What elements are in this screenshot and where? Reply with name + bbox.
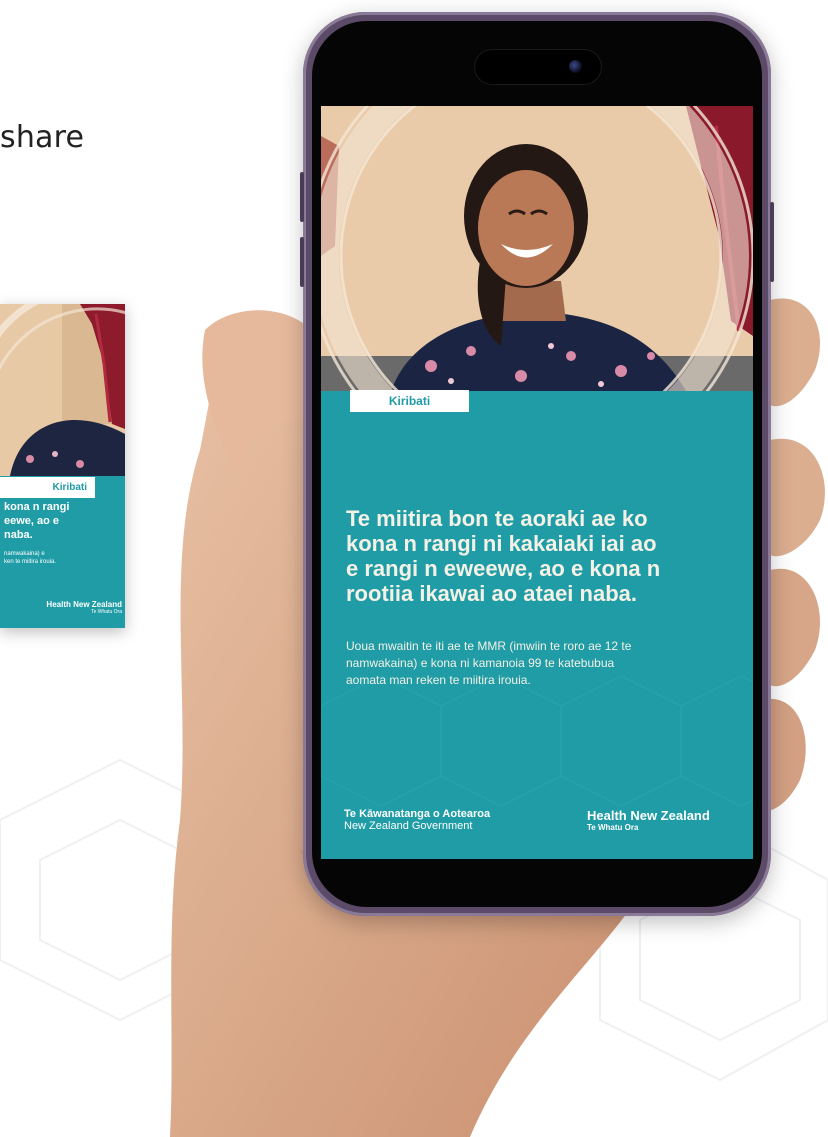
nz-government-subtitle: New Zealand Government (344, 820, 473, 832)
poster-body: Uoua mwaitin te iti ae te MMR (imwiin te… (346, 639, 632, 687)
phone-screen-bezel: Kiribati Te miitira bon te aoraki ae ko … (312, 21, 762, 907)
power-button (770, 202, 774, 282)
nz-government-title: Te Kāwanatanga o Aotearoa (344, 808, 491, 820)
health-nz-title: Health New Zealand (587, 808, 710, 823)
poster-photo (321, 106, 753, 391)
poster-headline: Te miitira bon te aoraki ae ko kona n ra… (346, 506, 661, 606)
health-nz-logo: Health New Zealand Te Whatu Ora (587, 808, 710, 832)
nz-government-logo: Te Kāwanatanga o Aotearoa New Zealand Go… (344, 808, 490, 832)
dynamic-island (474, 49, 602, 85)
volume-down-button (300, 237, 304, 287)
health-nz-subtitle: Te Whatu Ora (587, 823, 639, 832)
camera-icon (569, 60, 582, 73)
volume-up-button (300, 172, 304, 222)
poster-screen: Kiribati Te miitira bon te aoraki ae ko … (321, 106, 753, 859)
phone-device: Kiribati Te miitira bon te aoraki ae ko … (300, 12, 774, 916)
poster-background-pattern (321, 675, 753, 807)
